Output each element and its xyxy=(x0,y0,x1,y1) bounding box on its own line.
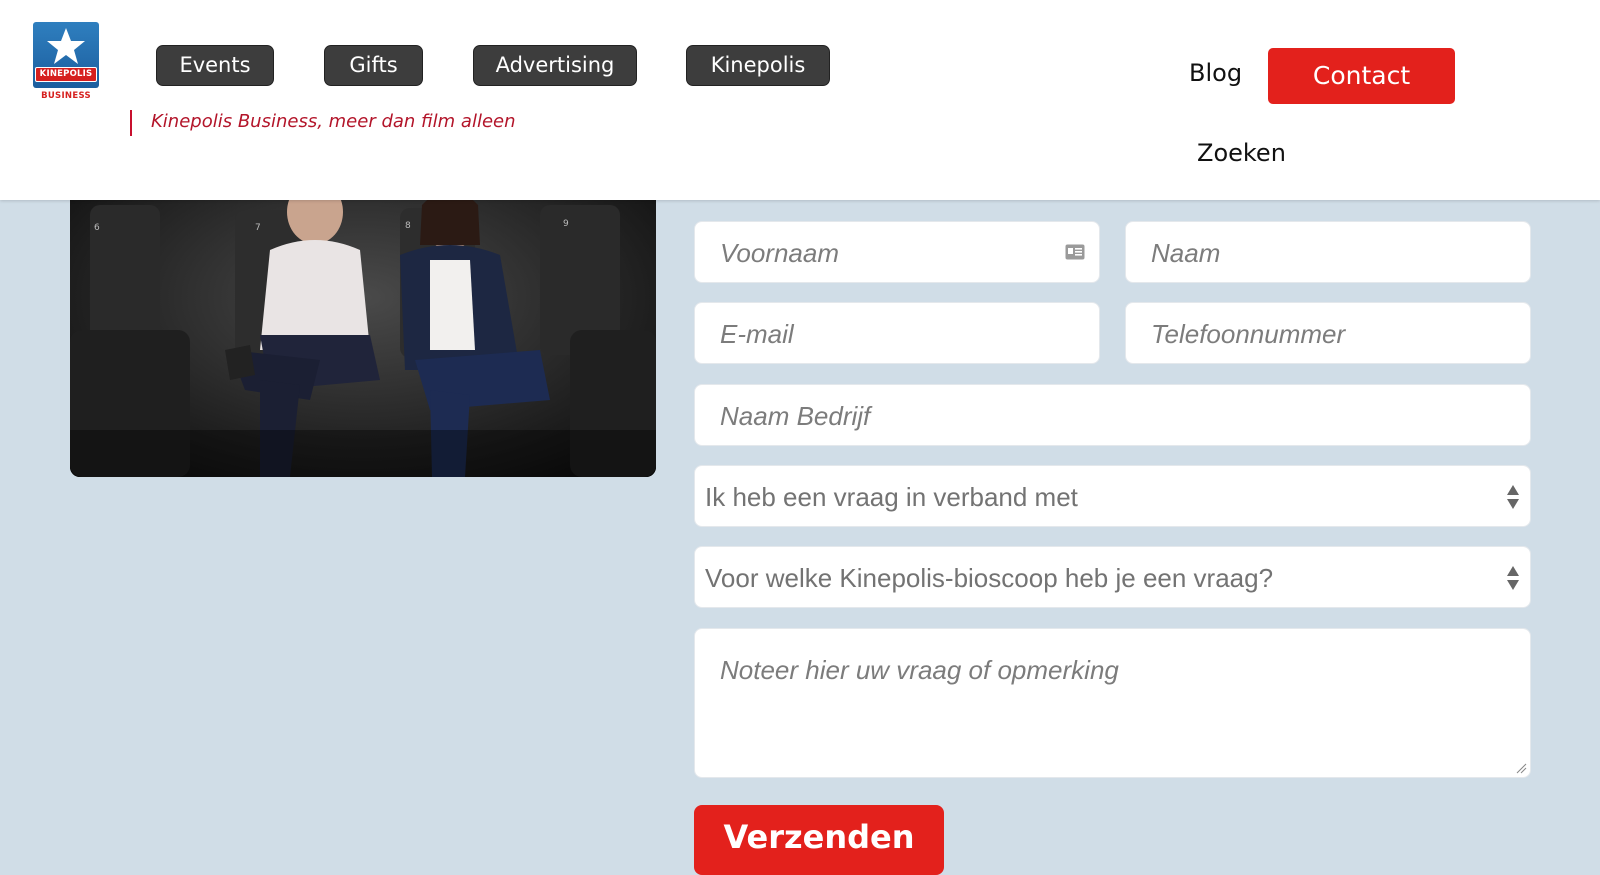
first-name-placeholder: Voornaam xyxy=(720,238,839,268)
seat-number: 9 xyxy=(563,219,569,229)
message-placeholder: Noteer hier uw vraag of opmerking xyxy=(720,655,1119,685)
last-name-field[interactable]: Naam xyxy=(1125,221,1531,283)
logo-subtitle: BUSINESS xyxy=(41,91,91,101)
last-name-placeholder: Naam xyxy=(1151,238,1221,268)
seat-number: 7 xyxy=(255,223,261,233)
tagline: Kinepolis Business, meer dan film alleen xyxy=(151,111,516,132)
seat-number: 8 xyxy=(405,221,411,231)
company-name-placeholder: Naam Bedrijf xyxy=(720,401,871,431)
submit-button[interactable]: Verzenden xyxy=(694,805,944,875)
resize-grip-icon[interactable] xyxy=(1515,762,1527,774)
logo-band-text: KINEPOLIS xyxy=(35,67,97,82)
question-topic-value: Ik heb een vraag in verband met xyxy=(705,482,1078,512)
kinepolis-business-logo[interactable]: KINEPOLIS BUSINESS xyxy=(33,22,99,104)
site-header: KINEPOLIS BUSINESS Events Gifts Advertis… xyxy=(0,0,1600,200)
select-arrows-icon xyxy=(1507,485,1519,509)
nav-gifts-button[interactable]: Gifts xyxy=(324,45,423,86)
phone-field[interactable]: Telefoonnummer xyxy=(1125,302,1531,364)
nav-kinepolis-button[interactable]: Kinepolis xyxy=(686,45,830,86)
message-textarea[interactable]: Noteer hier uw vraag of opmerking xyxy=(694,628,1531,778)
cinema-select[interactable]: Voor welke Kinepolis-bioscoop heb je een… xyxy=(694,546,1531,608)
first-name-field[interactable]: Voornaam xyxy=(694,221,1100,283)
company-name-field[interactable]: Naam Bedrijf xyxy=(694,384,1531,446)
phone-placeholder: Telefoonnummer xyxy=(1151,319,1346,349)
nav-advertising-button[interactable]: Advertising xyxy=(473,45,637,86)
email-placeholder: E-mail xyxy=(720,319,794,349)
seat-number: 6 xyxy=(94,223,100,233)
contact-card-icon xyxy=(1065,244,1085,260)
contact-button[interactable]: Contact xyxy=(1268,48,1455,104)
logo-emblem: KINEPOLIS xyxy=(33,22,99,88)
email-field[interactable]: E-mail xyxy=(694,302,1100,364)
question-topic-select[interactable]: Ik heb een vraag in verband met xyxy=(694,465,1531,527)
tagline-divider xyxy=(130,110,132,136)
nav-events-button[interactable]: Events xyxy=(156,45,274,86)
select-arrows-icon xyxy=(1507,566,1519,590)
cinema-select-value: Voor welke Kinepolis-bioscoop heb je een… xyxy=(705,563,1274,593)
blog-link[interactable]: Blog xyxy=(1189,59,1242,87)
search-link[interactable]: Zoeken xyxy=(1197,139,1286,167)
star-icon xyxy=(47,28,85,64)
